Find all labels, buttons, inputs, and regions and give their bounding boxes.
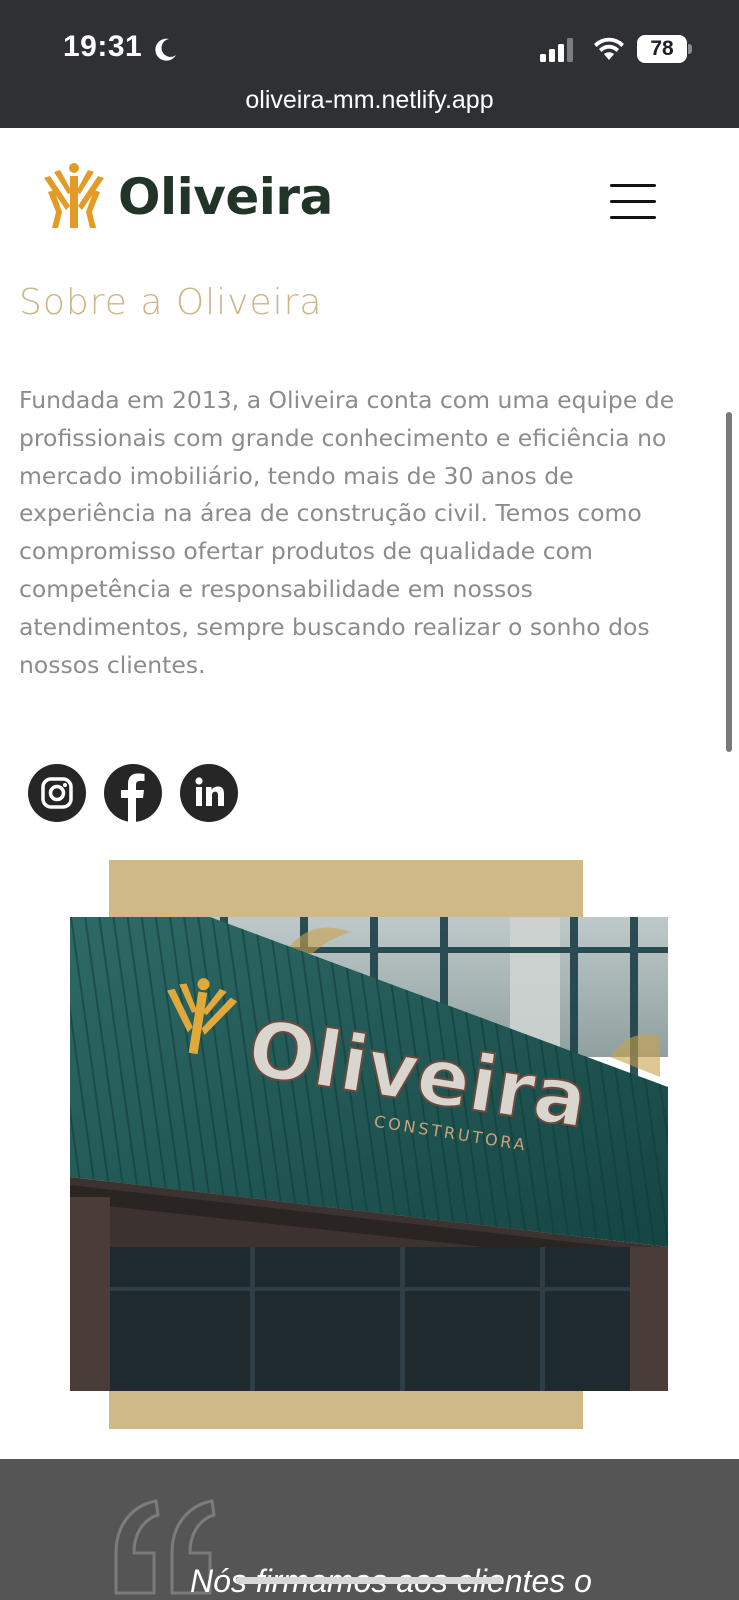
oliveira-logo-mark-icon: [44, 163, 104, 228]
linkedin-link[interactable]: [180, 764, 238, 822]
about-line: Fundada em 2013, a Oliveira conta com um…: [19, 386, 675, 414]
battery-cap: [688, 44, 692, 54]
facebook-icon: [121, 773, 145, 822]
about-line: competência e responsabilidade em nossos: [19, 574, 533, 603]
moon-icon: [155, 38, 176, 61]
site-logo[interactable]: Oliveira: [40, 162, 333, 236]
about-line: atendimentos, sempre buscando realizar o…: [19, 612, 650, 641]
instagram-icon: [41, 777, 73, 809]
menu-bar-middle: [610, 200, 656, 203]
browser-top-bar: 19:31 78 oliveira-mm.netlify.app: [0, 0, 739, 128]
home-indicator[interactable]: [236, 1577, 502, 1584]
address-bar-url[interactable]: oliveira-mm.netlify.app: [0, 86, 739, 115]
signal-icon: [540, 38, 573, 62]
about-description: Fundada em 2013, a Oliveira conta com um…: [19, 382, 719, 684]
about-line: nossos clientes.: [19, 650, 206, 679]
battery-icon: 78: [637, 35, 693, 63]
linkedin-icon: [195, 777, 224, 806]
about-line: compromisso ofertar produtos de qualidad…: [19, 537, 593, 566]
menu-bar-top: [610, 184, 656, 187]
wifi-icon: [594, 37, 624, 60]
status-time: 19:31: [63, 30, 143, 63]
page-scrollbar[interactable]: [726, 412, 732, 752]
about-line: mercado imobiliário, tendo mais de 30 an…: [19, 461, 574, 490]
menu-bar-bottom: [610, 216, 656, 219]
about-line: profissionais com grande conhecimento e …: [19, 423, 667, 452]
facade-illustration: Oliveira CONSTRUTORA: [70, 917, 668, 1391]
hamburger-menu-button[interactable]: [608, 180, 658, 224]
logo-text: Oliveira: [118, 168, 333, 226]
about-line: experiência na área de construção civil.…: [19, 499, 642, 528]
instagram-link[interactable]: [28, 764, 86, 822]
facebook-link[interactable]: [104, 764, 162, 822]
about-title: Sobre a Oliveira: [19, 282, 323, 323]
battery-level: 78: [637, 35, 687, 63]
office-facade-photo: Oliveira CONSTRUTORA: [70, 917, 668, 1391]
